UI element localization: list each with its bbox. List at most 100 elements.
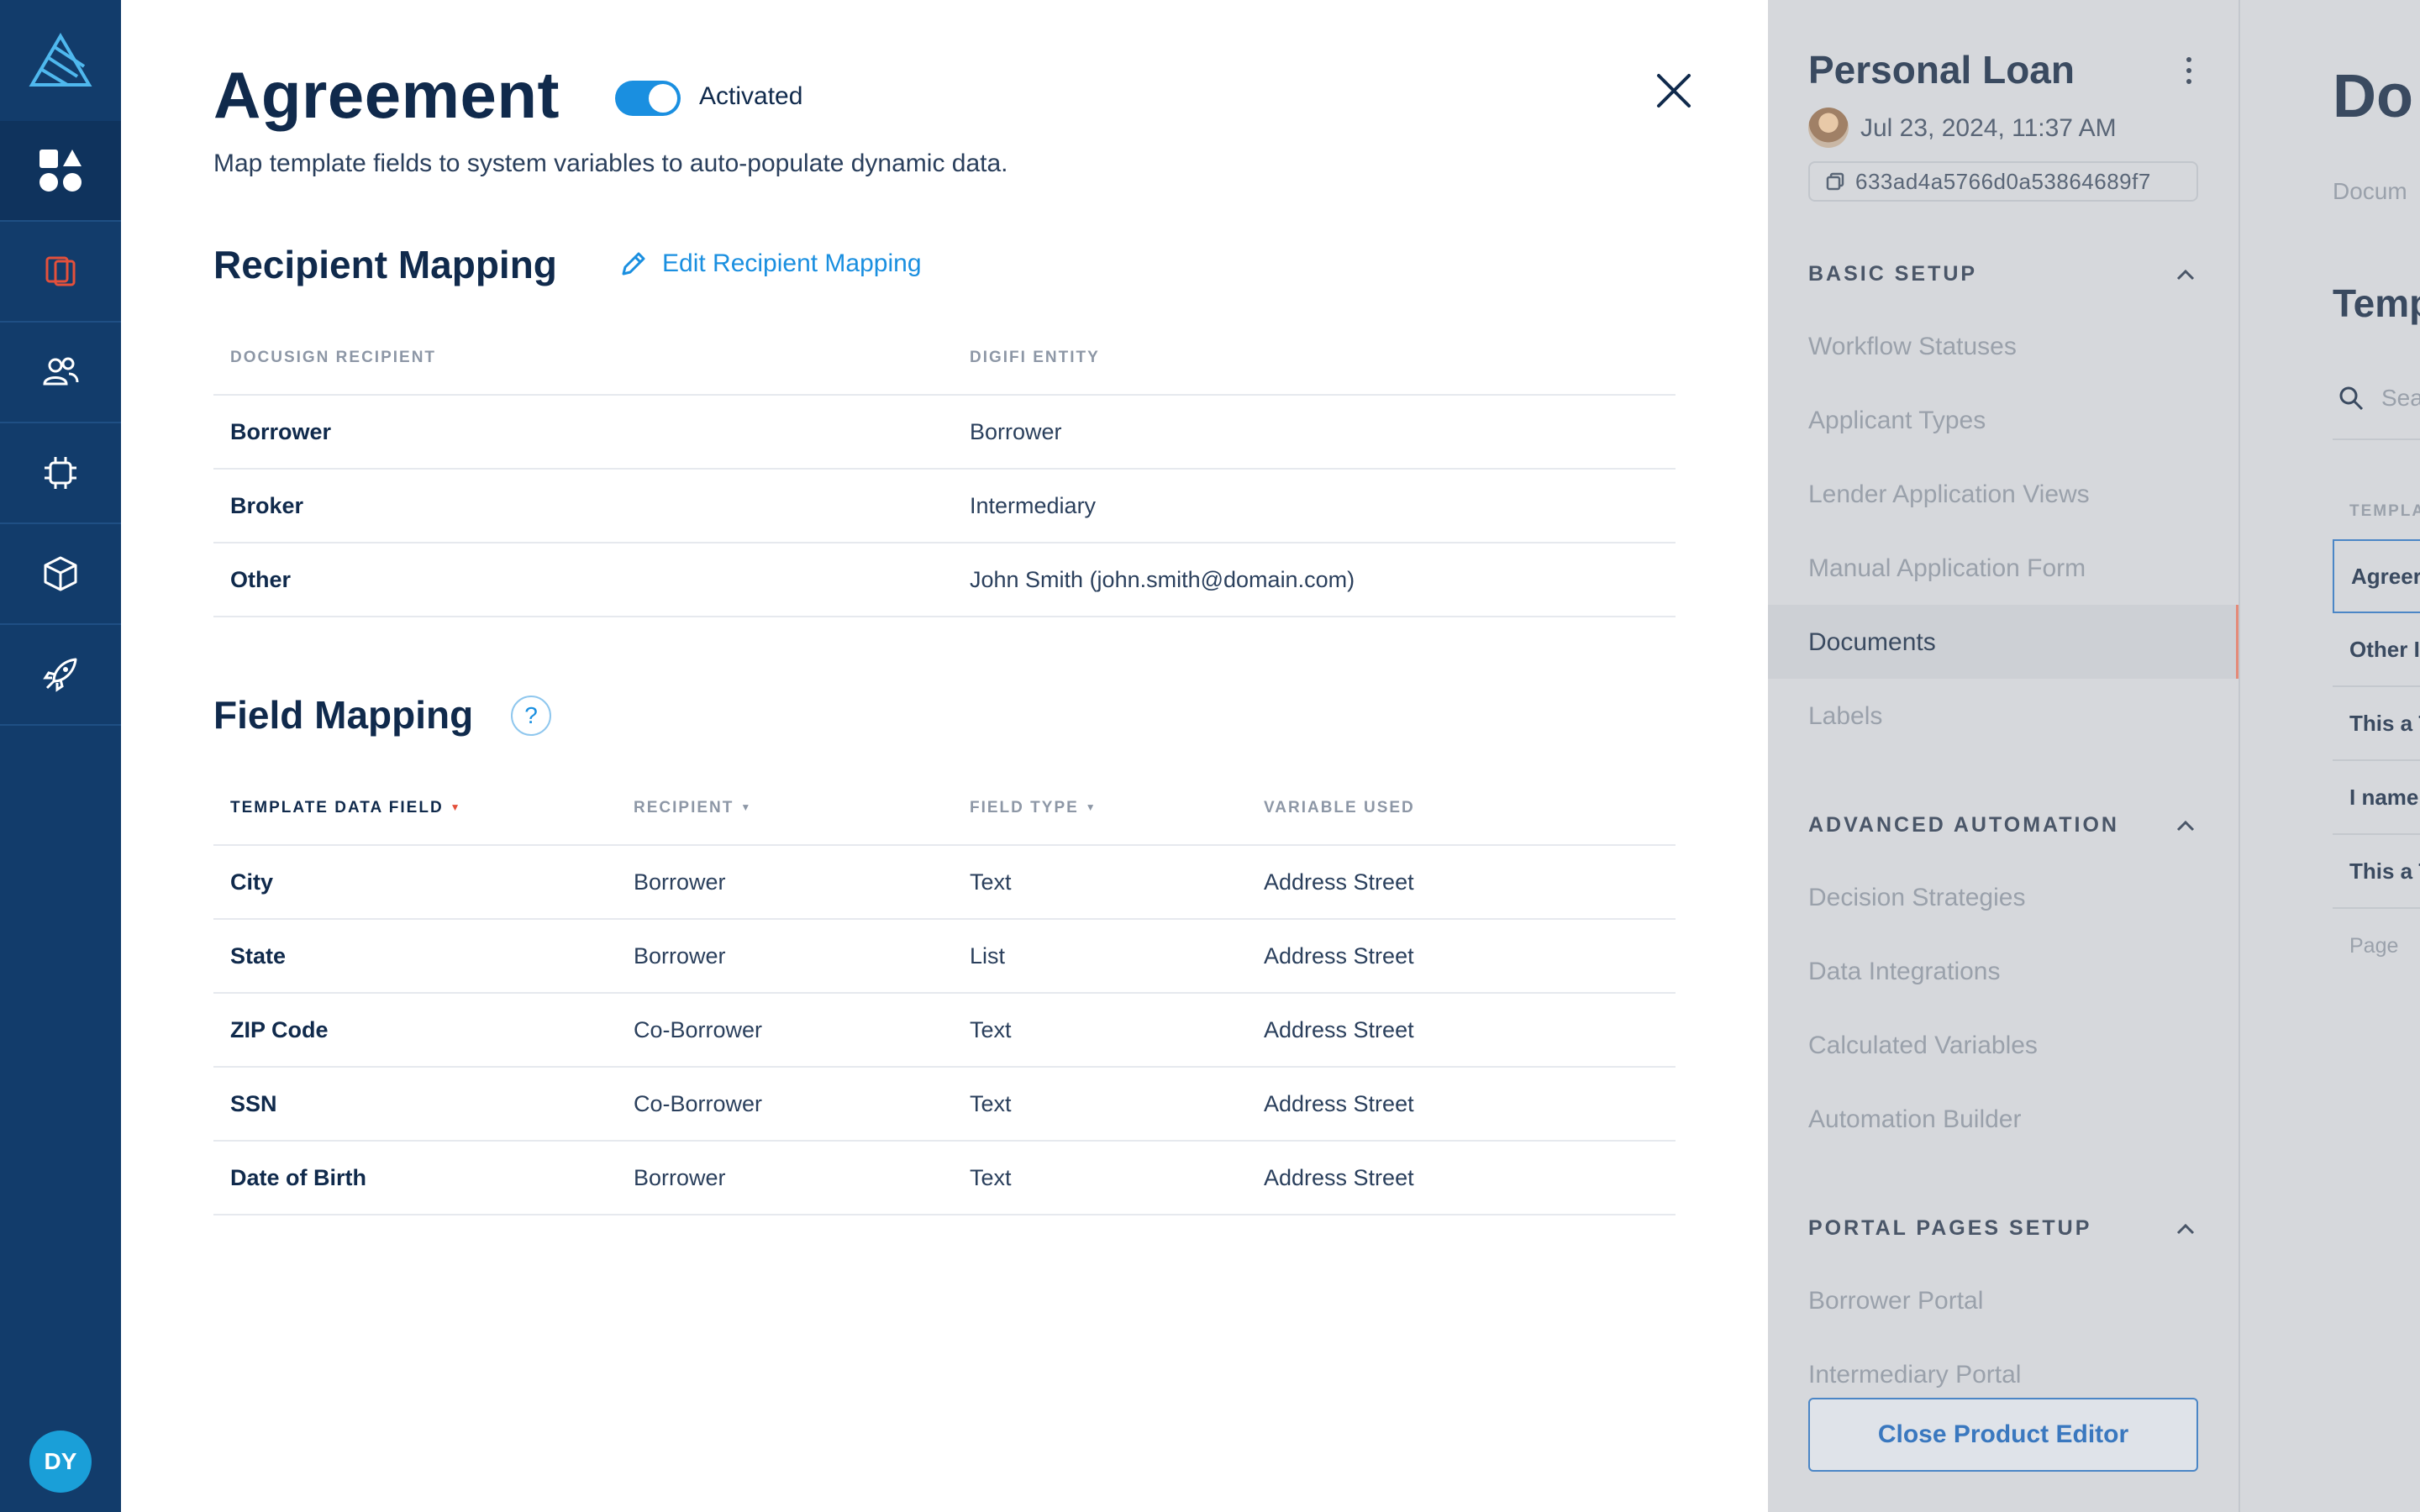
- rail-item-book[interactable]: [0, 222, 121, 323]
- template-row[interactable]: This a T: [2333, 687, 2420, 761]
- column-header-field-type[interactable]: FIELD TYPE ▼: [953, 771, 1247, 846]
- recipient-cell: Other: [213, 543, 953, 617]
- documents-page: Do Docum Temp Sea TEMPLA Agreer Other I …: [2238, 0, 2420, 1512]
- close-icon[interactable]: [1655, 72, 1692, 109]
- column-header-template-data-field[interactable]: TEMPLATE DATA FIELD ▼: [213, 771, 617, 846]
- column-header-digifi-entity: DIGIFI ENTITY: [953, 321, 1676, 396]
- field-cell: SSN: [213, 1067, 617, 1142]
- logo-icon[interactable]: [0, 0, 121, 121]
- group-header-advanced-automation[interactable]: ADVANCED AUTOMATION: [1808, 813, 2195, 837]
- activation-toggle[interactable]: [615, 81, 681, 116]
- sort-down-icon: ▼: [1085, 801, 1097, 814]
- cube-icon: [44, 556, 77, 591]
- search-input[interactable]: Sea: [2338, 385, 2420, 412]
- column-header-label: FIELD TYPE: [970, 798, 1079, 816]
- template-row[interactable]: I name: [2333, 761, 2420, 835]
- group-header-portal-pages-setup[interactable]: PORTAL PAGES SETUP: [1808, 1216, 2195, 1241]
- column-header-label: TEMPLATE DATA FIELD: [230, 798, 444, 816]
- nav-item-documents[interactable]: Documents: [1808, 628, 1936, 657]
- variable-cell: Address Street: [1247, 1067, 1676, 1142]
- documents-title: Do: [2333, 63, 2413, 130]
- agreement-modal: Agreement Activated Map template fields …: [121, 0, 1768, 1512]
- table-row[interactable]: Other John Smith (john.smith@domain.com): [213, 543, 1676, 617]
- field-cell: Date of Birth: [213, 1141, 617, 1215]
- field-mapping-table: TEMPLATE DATA FIELD ▼ RECIPIENT ▼ FIELD TY…: [213, 771, 1676, 1215]
- recipient-mapping-title: Recipient Mapping: [213, 243, 557, 286]
- edit-link-label: Edit Recipient Mapping: [662, 249, 922, 277]
- nav-item-automation-builder[interactable]: Automation Builder: [1808, 1105, 2021, 1134]
- field-mapping-title: Field Mapping: [213, 693, 474, 737]
- column-header-variable-used: VARIABLE USED: [1247, 771, 1676, 846]
- table-row[interactable]: Broker Intermediary: [213, 469, 1676, 543]
- group-title: PORTAL PAGES SETUP: [1808, 1216, 2092, 1240]
- nav-item-intermediary-portal[interactable]: Intermediary Portal: [1808, 1361, 2021, 1389]
- chevron-up-icon: [2176, 820, 2195, 831]
- sort-down-icon: ▼: [740, 801, 753, 814]
- users-icon: [43, 357, 79, 386]
- breadcrumb: Docum: [2333, 178, 2407, 204]
- rail-item-shapes[interactable]: [0, 121, 121, 222]
- recipient-cell: Borrower: [617, 919, 953, 994]
- column-header-recipient[interactable]: RECIPIENT ▼: [617, 771, 953, 846]
- product-date: Jul 23, 2024, 11:37 AM: [1860, 114, 2117, 142]
- search-icon: [2339, 386, 2364, 411]
- rail-item-rocket[interactable]: [0, 625, 121, 726]
- group-title: ADVANCED AUTOMATION: [1808, 813, 2119, 837]
- chevron-up-icon: [2176, 1223, 2195, 1234]
- table-row[interactable]: State Borrower List Address Street: [213, 919, 1676, 994]
- modal-subtitle: Map template fields to system variables …: [213, 150, 1008, 177]
- nav-item-calculated-variables[interactable]: Calculated Variables: [1808, 1032, 2038, 1060]
- rail-item-users[interactable]: [0, 323, 121, 423]
- search-underline: [2333, 438, 2420, 440]
- close-product-editor-button[interactable]: Close Product Editor: [1808, 1398, 2198, 1472]
- recipient-cell: Borrower: [617, 845, 953, 920]
- nav-item-lender-application-views[interactable]: Lender Application Views: [1808, 480, 2090, 509]
- recipient-cell: Co-Borrower: [617, 993, 953, 1068]
- recipient-mapping-table: DOCUSIGN RECIPIENT DIGIFI ENTITY Borrowe…: [213, 321, 1676, 617]
- more-options-icon[interactable]: [2185, 57, 2193, 86]
- product-name: Personal Loan: [1808, 48, 2075, 92]
- variable-cell: Address Street: [1247, 919, 1676, 994]
- recipient-cell: Borrower: [213, 395, 953, 470]
- variable-cell: Address Street: [1247, 993, 1676, 1068]
- recipient-cell: Borrower: [617, 1141, 953, 1215]
- copy-icon: [1826, 172, 1844, 191]
- template-row[interactable]: This a T: [2333, 835, 2420, 909]
- table-row[interactable]: Date of Birth Borrower Text Address Stre…: [213, 1141, 1676, 1215]
- templates-title: Temp: [2333, 281, 2420, 325]
- entity-cell: Borrower: [953, 395, 1676, 470]
- user-avatar[interactable]: DY: [29, 1431, 92, 1493]
- field-cell: City: [213, 845, 617, 920]
- nav-item-data-integrations[interactable]: Data Integrations: [1808, 958, 2000, 986]
- column-header-label: RECIPIENT: [634, 798, 734, 816]
- pencil-icon: [622, 252, 645, 276]
- entity-cell: John Smith (john.smith@domain.com): [953, 543, 1676, 617]
- template-row[interactable]: Other I: [2333, 613, 2420, 687]
- nav-item-manual-application-form[interactable]: Manual Application Form: [1808, 554, 2086, 583]
- rail-item-cube[interactable]: [0, 524, 121, 625]
- avatar: [1808, 108, 1849, 148]
- group-title: BASIC SETUP: [1808, 262, 1978, 286]
- table-row[interactable]: Borrower Borrower: [213, 395, 1676, 470]
- template-row[interactable]: Agreer: [2333, 539, 2420, 613]
- product-id-copy[interactable]: 633ad4a5766d0a53864689f7: [1808, 161, 2198, 202]
- variable-cell: Address Street: [1247, 1141, 1676, 1215]
- edit-recipient-mapping-link[interactable]: Edit Recipient Mapping: [618, 249, 922, 279]
- type-cell: Text: [953, 1141, 1247, 1215]
- toggle-knob: [649, 84, 677, 113]
- nav-item-applicant-types[interactable]: Applicant Types: [1808, 407, 1986, 435]
- group-header-basic-setup[interactable]: BASIC SETUP: [1808, 262, 2195, 286]
- page-title: Agreement: [213, 58, 560, 132]
- nav-item-borrower-portal[interactable]: Borrower Portal: [1808, 1287, 1983, 1315]
- nav-item-workflow-statuses[interactable]: Workflow Statuses: [1808, 333, 2017, 361]
- table-row[interactable]: City Borrower Text Address Street: [213, 845, 1676, 920]
- table-row[interactable]: SSN Co-Borrower Text Address Street: [213, 1067, 1676, 1142]
- help-icon[interactable]: ?: [511, 696, 551, 736]
- book-icon: [45, 256, 76, 286]
- table-row[interactable]: ZIP Code Co-Borrower Text Address Street: [213, 993, 1676, 1068]
- field-cell: State: [213, 919, 617, 994]
- nav-item-labels[interactable]: Labels: [1808, 702, 1882, 731]
- rail-item-chip[interactable]: [0, 423, 121, 524]
- search-placeholder: Sea: [2381, 385, 2420, 411]
- nav-item-decision-strategies[interactable]: Decision Strategies: [1808, 884, 2025, 912]
